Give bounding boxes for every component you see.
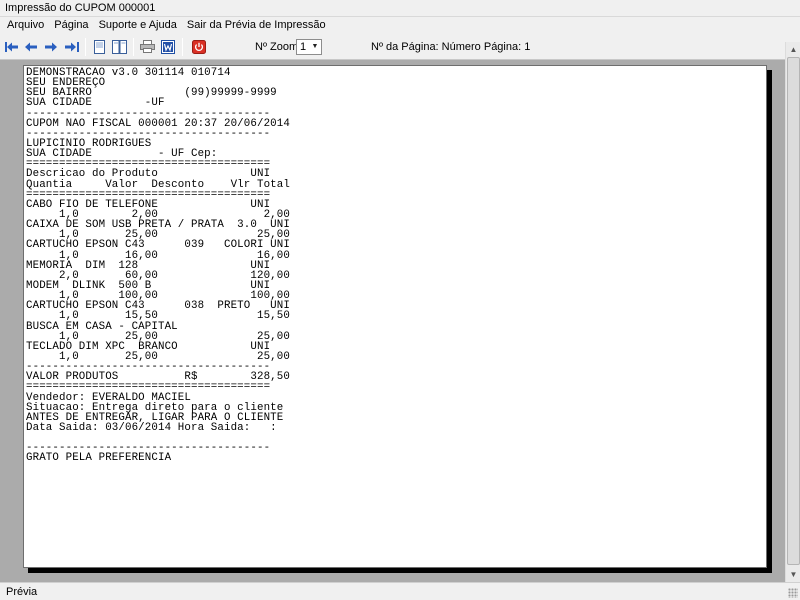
receipt-line: Data Saida: 03/06/2014 Hora Saida: : xyxy=(26,421,277,434)
menu-sair-previa[interactable]: Sair da Prévia de Impressão xyxy=(182,17,331,34)
two-pages-button[interactable] xyxy=(111,38,128,55)
status-text: Prévia xyxy=(6,586,38,598)
receipt-line: ===================================== xyxy=(26,381,271,394)
toolbar-separator xyxy=(182,38,183,56)
zoom-value: 1 xyxy=(300,41,307,53)
receipt-text: DEMONSTRACAO v3.0 301114 010714 SEU ENDER… xyxy=(26,68,290,465)
receipt-line: 1,0 15,50 15,50 xyxy=(26,310,290,323)
zoom-label: Nº Zoom xyxy=(255,41,299,53)
page-number-label: Nº da Página: Número Página: 1 xyxy=(371,41,531,53)
toolbar: Nº Zoom 1 ▼ Nº da Página: Número Página:… xyxy=(0,34,800,60)
menu-pagina[interactable]: Página xyxy=(49,17,93,34)
toolbar-separator xyxy=(133,38,134,56)
scrollbar-thumb[interactable] xyxy=(787,57,800,565)
receipt-line: GRATO PELA PREFERENCIA xyxy=(26,452,172,465)
next-page-icon xyxy=(45,42,57,51)
last-page-icon xyxy=(64,41,79,52)
menu-arquivo[interactable]: Arquivo xyxy=(2,17,49,34)
first-page-button[interactable] xyxy=(3,38,20,55)
close-preview-button[interactable] xyxy=(190,38,207,55)
print-preview-area: DEMONSTRACAO v3.0 301114 010714 SEU ENDER… xyxy=(0,60,785,582)
previous-page-button[interactable] xyxy=(23,38,40,55)
chevron-down-icon: ▼ xyxy=(311,43,319,50)
status-bar: Prévia xyxy=(0,582,800,600)
power-icon xyxy=(191,39,206,54)
next-page-button[interactable] xyxy=(43,38,60,55)
vertical-scrollbar[interactable]: ▲ ▼ xyxy=(785,42,800,582)
print-button[interactable] xyxy=(139,38,156,55)
previous-page-icon xyxy=(25,42,37,51)
zoom-select[interactable]: 1 ▼ xyxy=(296,39,322,55)
window-title: Impressão do CUPOM 000001 xyxy=(5,2,156,14)
menu-bar: Arquivo Página Suporte e Ajuda Sair da P… xyxy=(0,17,800,34)
first-page-icon xyxy=(4,41,18,52)
scroll-up-icon[interactable]: ▲ xyxy=(786,42,800,57)
menu-suporte-ajuda[interactable]: Suporte e Ajuda xyxy=(94,17,182,34)
resize-grip-icon[interactable] xyxy=(788,588,798,598)
two-pages-icon xyxy=(112,39,127,54)
toolbar-separator xyxy=(85,38,86,56)
scroll-down-icon[interactable]: ▼ xyxy=(786,567,800,582)
word-export-icon xyxy=(160,39,175,54)
preview-page: DEMONSTRACAO v3.0 301114 010714 SEU ENDER… xyxy=(23,65,767,568)
single-page-icon xyxy=(94,39,105,54)
window-title-bar: Impressão do CUPOM 000001 xyxy=(0,0,800,17)
last-page-button[interactable] xyxy=(63,38,80,55)
receipt-line: CARTUCHO EPSON C43 039 COLORI UNI xyxy=(26,239,290,252)
export-word-button[interactable] xyxy=(159,38,176,55)
print-icon xyxy=(140,40,155,53)
single-page-button[interactable] xyxy=(91,38,108,55)
